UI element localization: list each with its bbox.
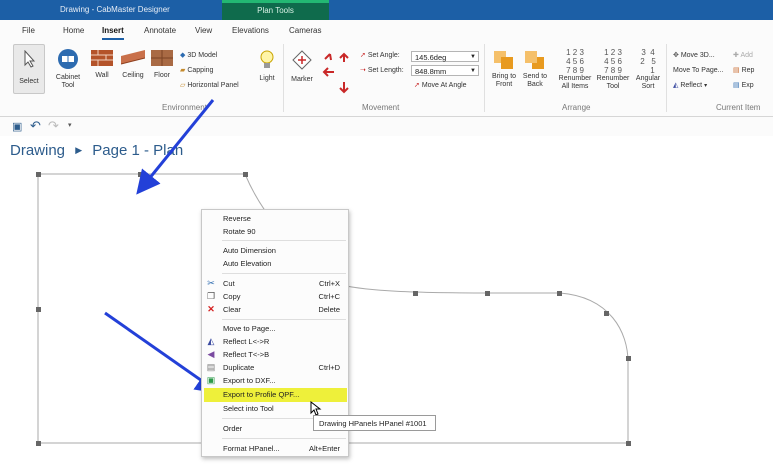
menu-item-export-dxf[interactable]: ▣ Export to DXF... <box>202 374 348 387</box>
clear-x-icon: ✕ <box>207 304 215 314</box>
reflect-lr-icon: ◭ <box>207 336 215 346</box>
menu-item-export-profile-qpf[interactable]: Export to Profile QPF... <box>204 388 347 402</box>
tooltip: Drawing HPanels HPanel #1001 <box>313 415 436 431</box>
export-dxf-icon: ▣ <box>206 375 216 385</box>
menu-item-format-hpanel[interactable]: Format HPanel... Alt+Enter <box>202 442 348 455</box>
menu-item-copy[interactable]: ❐ Copy Ctrl+C <box>202 290 348 303</box>
annotation-arrow <box>104 311 220 394</box>
copy-icon: ❐ <box>206 291 216 301</box>
menu-separator <box>222 319 346 320</box>
menu-item-auto-elevation[interactable]: Auto Elevation <box>202 257 348 270</box>
menu-separator <box>222 438 346 439</box>
annotation-arrow <box>136 99 215 195</box>
menu-separator <box>222 240 346 241</box>
duplicate-icon: ▤ <box>206 362 216 372</box>
menu-item-move-to-page[interactable]: Move to Page... <box>202 322 348 335</box>
annotation-arrows <box>104 99 220 394</box>
menu-item-reverse[interactable]: Reverse <box>202 212 348 225</box>
menu-item-cut[interactable]: ✂ Cut Ctrl+X <box>202 277 348 290</box>
menu-item-auto-dimension[interactable]: Auto Dimension <box>202 244 348 257</box>
reflect-tb-icon: ◀ <box>207 349 215 359</box>
menu-item-clear[interactable]: ✕ Clear Delete <box>202 303 348 316</box>
menu-item-reflect-lr[interactable]: ◭ Reflect L<->R <box>202 335 348 348</box>
menu-item-duplicate[interactable]: ▤ Duplicate Ctrl+D <box>202 361 348 374</box>
menu-item-reflect-tb[interactable]: ◀ Reflect T<->B <box>202 348 348 361</box>
menu-item-rotate-90[interactable]: Rotate 90 <box>202 225 348 238</box>
scissors-icon: ✂ <box>207 278 215 288</box>
menu-separator <box>222 273 346 274</box>
menu-item-select-into-tool[interactable]: Select into Tool <box>202 402 348 415</box>
